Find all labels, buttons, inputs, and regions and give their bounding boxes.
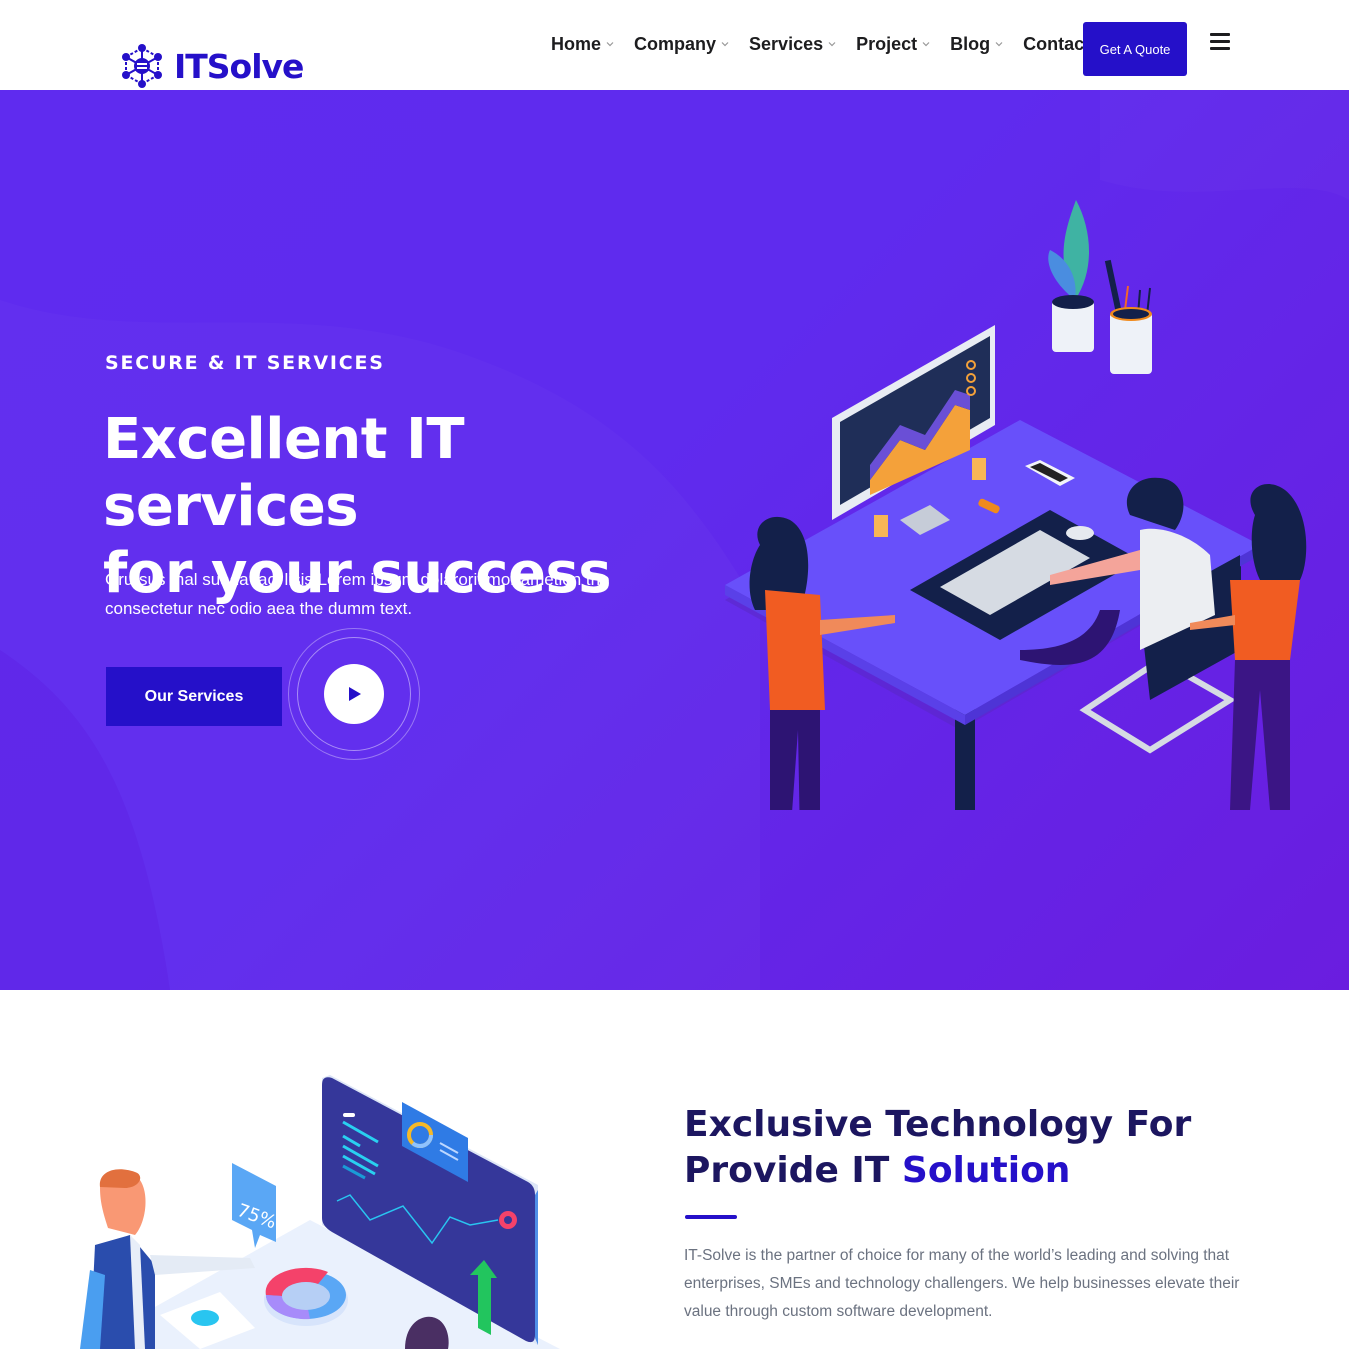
our-services-button[interactable]: Our Services xyxy=(106,667,282,726)
get-a-quote-button[interactable]: Get A Quote xyxy=(1083,22,1187,76)
hero-description: Grursus mal suada faci lisis Lorem ipsum… xyxy=(105,570,610,618)
nav-label: Services xyxy=(749,33,824,54)
nav-label: Contact xyxy=(1023,33,1091,54)
nav-home[interactable]: Home xyxy=(551,32,614,56)
nav-label: Project xyxy=(856,33,918,54)
play-icon xyxy=(349,687,361,701)
nav-blog[interactable]: Blog xyxy=(950,32,1003,56)
site-header: ITSolve Home Company Services Project Bl… xyxy=(0,0,1349,90)
team-working-at-desk-illustration xyxy=(725,200,1307,810)
nav-label: Blog xyxy=(950,33,991,54)
chevron-down-icon xyxy=(606,42,614,47)
main-nav: Home Company Services Project Blog Conta… xyxy=(551,32,1110,56)
play-video-button[interactable] xyxy=(324,664,384,724)
hero-eyebrow: SECURE & IT SERVICES xyxy=(105,352,385,374)
about-title-accent: Solution xyxy=(901,1150,1071,1191)
hamburger-icon[interactable] xyxy=(1210,33,1230,51)
chevron-down-icon xyxy=(995,42,1003,47)
nav-project[interactable]: Project xyxy=(856,32,930,56)
chevron-down-icon xyxy=(828,42,836,47)
network-logo-icon xyxy=(122,44,162,88)
nav-label: Home xyxy=(551,33,602,54)
logo-text: ITSolve xyxy=(174,46,304,86)
nav-contact[interactable]: Contact xyxy=(1023,32,1090,56)
about-description: IT-Solve is the partner of choice for ma… xyxy=(684,1247,1240,1320)
about-title: Exclusive Technology For Provide IT Solu… xyxy=(684,1102,1284,1194)
title-underline-divider xyxy=(685,1215,737,1219)
hero-title-line-1: Excellent IT services xyxy=(103,407,465,539)
nav-services[interactable]: Services xyxy=(749,32,836,56)
chevron-down-icon xyxy=(721,42,729,47)
about-title-line-2-prefix: Provide IT xyxy=(684,1150,902,1191)
chevron-down-icon xyxy=(922,42,930,47)
hero-section: SECURE & IT SERVICES Excellent IT servic… xyxy=(0,90,1349,990)
about-title-line-1: Exclusive Technology For xyxy=(684,1104,1192,1145)
nav-company[interactable]: Company xyxy=(634,32,729,56)
nav-label: Company xyxy=(634,33,717,54)
logo[interactable]: ITSolve xyxy=(118,42,304,90)
analytics-dashboard-illustration: 75% xyxy=(80,1075,560,1349)
